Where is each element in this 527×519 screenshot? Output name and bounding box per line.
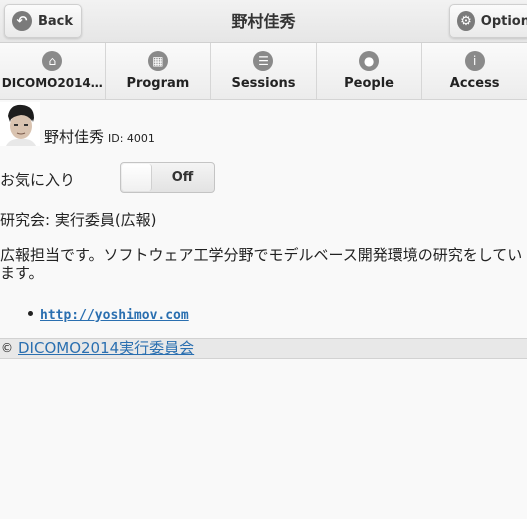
person-name-line: 野村佳秀 ID: 4001 [44, 126, 155, 147]
avatar [0, 102, 40, 146]
nav-item-access[interactable]: i Access [422, 43, 527, 99]
header-bar: 野村佳秀 ↶ Back ⚙ Option [0, 0, 527, 43]
nav-item-people[interactable]: ● People [317, 43, 423, 99]
home-icon: ⌂ [42, 51, 63, 71]
bio-text: 広報担当です。ソフトウェア工学分野でモデルベース開発環境の研究をしています。 [0, 246, 523, 282]
option-button[interactable]: ⚙ Option [449, 4, 527, 38]
favorite-row: お気に入り Off [0, 162, 300, 194]
nav-item-sessions[interactable]: ☰ Sessions [211, 43, 317, 99]
nav-item-program[interactable]: ▦ Program [106, 43, 212, 99]
nav-item-label: DICOMO2014… [1, 76, 103, 90]
option-button-label: Option [480, 13, 527, 29]
organization-text: 研究会: 実行委員(広報) [0, 211, 157, 229]
footer-bar: © DICOMO2014実行委員会 [0, 338, 527, 359]
info-icon: i [464, 51, 485, 71]
back-button-label: Back [38, 13, 74, 29]
nav-item-home[interactable]: ⌂ DICOMO2014… [0, 43, 106, 99]
gear-icon: ⚙ [457, 11, 475, 31]
nav-item-label: People [344, 76, 394, 91]
back-button[interactable]: ↶ Back [4, 4, 82, 38]
person-name: 野村佳秀 [44, 128, 105, 146]
website-link[interactable]: http://yoshimov.com [40, 308, 189, 323]
toggle-knob[interactable] [122, 164, 152, 191]
nav-item-label: Sessions [231, 76, 296, 91]
favorite-label: お気に入り [0, 171, 76, 189]
profile-header: 野村佳秀 ID: 4001 [0, 102, 400, 148]
nav-item-label: Program [126, 76, 190, 91]
copyright-symbol: © [1, 341, 13, 355]
list-icon: ☰ [253, 51, 274, 71]
toggle-state-label: Off [171, 170, 194, 185]
back-arrow-icon: ↶ [12, 11, 32, 31]
link-list: http://yoshimov.com [22, 304, 189, 323]
nav-item-label: Access [449, 76, 500, 91]
footer-link[interactable]: DICOMO2014実行委員会 [18, 339, 194, 358]
person-icon: ● [359, 51, 380, 71]
bullet-icon [28, 311, 33, 316]
calendar-grid-icon: ▦ [147, 51, 168, 71]
nav-bar: ⌂ DICOMO2014… ▦ Program ☰ Sessions ● Peo… [0, 43, 527, 100]
person-id: ID: 4001 [108, 132, 155, 145]
list-item: http://yoshimov.com [22, 304, 189, 323]
favorite-toggle[interactable]: Off [120, 162, 215, 193]
